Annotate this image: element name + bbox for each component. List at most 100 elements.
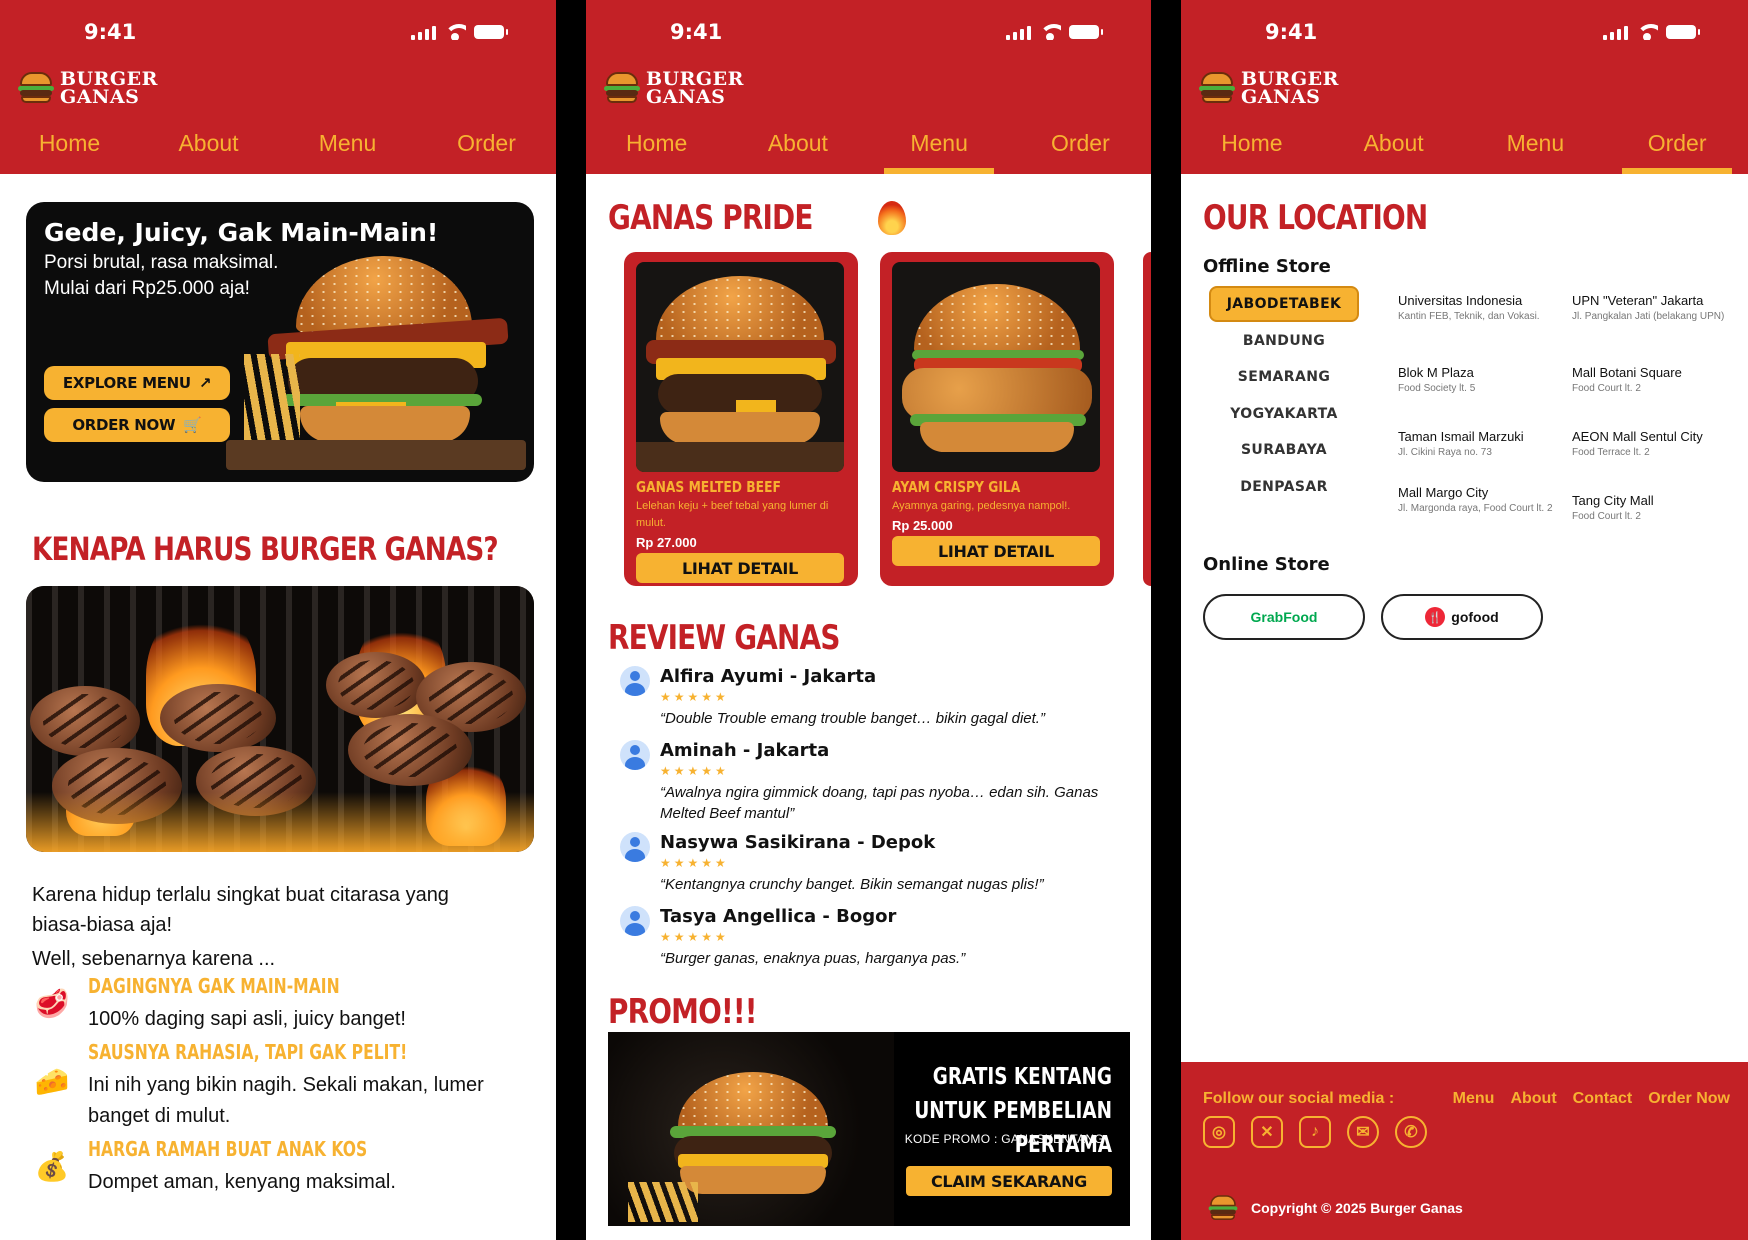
reason-desc: 100% daging sapi asli, juicy banget! [88,1008,406,1030]
nav-home[interactable]: Home [15,124,125,174]
cellular-signal-icon [1603,24,1628,40]
footer: Follow our social media : Menu About Con… [1181,1062,1748,1240]
store-address: Kantin FEB, Teknik, dan Vokasi. [1398,311,1540,322]
whatsapp-icon[interactable]: ✆ [1395,1116,1427,1148]
header: 9:41 BURGER GANAS Home About Menu Order [0,0,556,174]
explore-menu-button[interactable]: EXPLORE MENU ↗ [44,366,230,400]
status-time: 9:41 [670,20,723,44]
order-now-button[interactable]: ORDER NOW 🛒 [44,408,230,442]
store-item[interactable]: Taman Ismail Marzuki Jl. Cikini Raya no. … [1398,428,1558,460]
footer-links: Menu About Contact Order Now [1453,1090,1730,1108]
region-tab-surabaya[interactable]: SURABAYA [1209,432,1359,468]
review-quote: “Awalnya ngira gimmick doang, tapi pas n… [660,784,1099,822]
product-card[interactable]: GANAS MELTED BEEF Lelehan keju + beef te… [624,252,858,586]
store-name: Universitas Indonesia [1398,293,1523,308]
review-title: REVIEW GANAS [608,618,840,658]
product-price: Rp 27.000 [636,535,697,550]
region-tab-yogyakarta[interactable]: YOGYAKARTA [1209,396,1359,432]
reviewer-name: Nasywa Sasikirana - Depok [660,832,936,853]
footer-link-menu[interactable]: Menu [1453,1090,1495,1108]
nav-home[interactable]: Home [1197,124,1307,174]
next-card-peek [1143,252,1151,586]
product-name: GANAS MELTED BEEF [636,478,781,496]
store-name: Blok M Plaza [1398,365,1474,380]
gofood-button[interactable]: 🍴 gofood [1381,594,1543,640]
store-address: Food Court lt. 2 [1572,511,1641,522]
review-quote: “Kentangnya crunchy banget. Bikin semang… [660,876,1044,893]
store-item[interactable]: Mall Botani Square Food Court lt. 2 [1572,364,1732,396]
email-icon[interactable]: ✉ [1347,1116,1379,1148]
store-address: Food Terrace lt. 2 [1572,447,1650,458]
nav-menu[interactable]: Menu [884,124,995,174]
grabfood-label: GrabFood [1250,609,1318,625]
burger-logo-icon [1199,72,1235,104]
store-address: Jl. Cikini Raya no. 73 [1398,447,1492,458]
footer-link-order-now[interactable]: Order Now [1648,1090,1730,1108]
cellular-signal-icon [1006,24,1031,40]
nav-about[interactable]: About [743,124,853,174]
view-detail-button[interactable]: LIHAT DETAIL [636,553,844,583]
battery-icon [1069,25,1103,39]
promo-banner: GRATIS KENTANG UNTUK PEMBELIAN PERTAMA K… [608,1032,1130,1226]
status-time: 9:41 [84,20,137,44]
view-detail-button[interactable]: LIHAT DETAIL [892,536,1100,566]
nav-home[interactable]: Home [602,124,712,174]
footer-link-about[interactable]: About [1510,1090,1556,1108]
review-quote: “Burger ganas, enaknya puas, harganya pa… [660,950,966,967]
nav-order[interactable]: Order [432,124,542,174]
hero-title: Gede, Juicy, Gak Main-Main! [44,218,439,247]
region-tab-bandung[interactable]: BANDUNG [1209,323,1359,359]
hero-subtitle-1: Porsi brutal, rasa maksimal. [44,252,279,273]
order-screen: 9:41 BURGER GANAS Home About Menu Order O… [1181,0,1748,1240]
nav-order[interactable]: Order [1025,124,1135,174]
brand-logo[interactable]: BURGER GANAS [604,70,744,107]
footer-link-contact[interactable]: Contact [1573,1090,1633,1108]
promo-headline: GRATIS KENTANG UNTUK PEMBELIAN PERTAMA [914,1064,1112,1158]
money-bag-icon: 💰 [34,1151,70,1182]
burger-logo-icon [604,72,640,104]
grabfood-button[interactable]: GrabFood [1203,594,1365,640]
nav-about[interactable]: About [154,124,264,174]
nav-menu[interactable]: Menu [1480,124,1590,174]
product-carousel: GANAS MELTED BEEF Lelehan keju + beef te… [624,252,1151,586]
region-tab-denpasar[interactable]: DENPASAR [1209,469,1359,505]
review-quote: “Double Trouble emang trouble banget… bi… [660,710,1045,727]
store-name: Tang City Mall [1572,493,1654,508]
store-item[interactable]: Universitas Indonesia Kantin FEB, Teknik,… [1398,292,1558,324]
product-desc: Lelehan keju + beef tebal yang lumer di … [636,500,829,529]
product-card[interactable]: AYAM CRISPY GILA Ayamnya garing, pedesny… [880,252,1114,586]
reason-title: DAGINGNYA GAK MAIN-MAIN [88,974,340,998]
online-store-heading: Online Store [1203,554,1330,575]
product-price: Rp 25.000 [892,518,953,533]
claim-button[interactable]: CLAIM SEKARANG [906,1166,1112,1196]
brand-logo[interactable]: BURGER GANAS [18,70,158,107]
x-icon[interactable]: ✕ [1251,1116,1283,1148]
store-address: Jl. Pangkalan Jati (belakang UPN) [1572,311,1725,322]
social-links: ◎ ✕ ♪ ✉ ✆ [1203,1116,1427,1148]
location-title: OUR LOCATION [1203,198,1428,238]
rating-stars: ★★★★★ [660,930,729,944]
instagram-icon[interactable]: ◎ [1203,1116,1235,1148]
store-item[interactable]: Mall Margo City Jl. Margonda raya, Food C… [1398,484,1558,516]
hero-subtitle-2: Mulai dari Rp25.000 aja! [44,278,250,299]
reason-title: HARGA RAMAH BUAT ANAK KOS [88,1137,368,1161]
store-item[interactable]: UPN "Veteran" Jakarta Jl. Pangkalan Jati … [1572,292,1732,324]
reviewer-name: Tasya Angellica - Bogor [660,906,897,927]
region-tab-semarang[interactable]: SEMARANG [1209,359,1359,395]
intro-text-3: Well, sebenarnya karena ... [32,948,276,970]
tiktok-icon[interactable]: ♪ [1299,1116,1331,1148]
store-item[interactable]: Blok M Plaza Food Society lt. 5 [1398,364,1558,396]
nav-about[interactable]: About [1339,124,1449,174]
burger-logo-icon [1208,1195,1238,1221]
battery-icon [474,25,508,39]
brand-logo[interactable]: BURGER GANAS [1199,70,1339,107]
nav-order[interactable]: Order [1622,124,1733,174]
store-item[interactable]: Tang City Mall Food Court lt. 2 [1572,492,1732,524]
store-item[interactable]: AEON Mall Sentul City Food Terrace lt. 2 [1572,428,1732,460]
burger-logo-icon [18,72,54,104]
nav-menu[interactable]: Menu [293,124,403,174]
store-name: AEON Mall Sentul City [1572,429,1703,444]
wifi-icon [1636,24,1658,40]
region-tab-jabodetabek[interactable]: JABODETABEK [1209,286,1359,322]
product-image [892,262,1100,472]
